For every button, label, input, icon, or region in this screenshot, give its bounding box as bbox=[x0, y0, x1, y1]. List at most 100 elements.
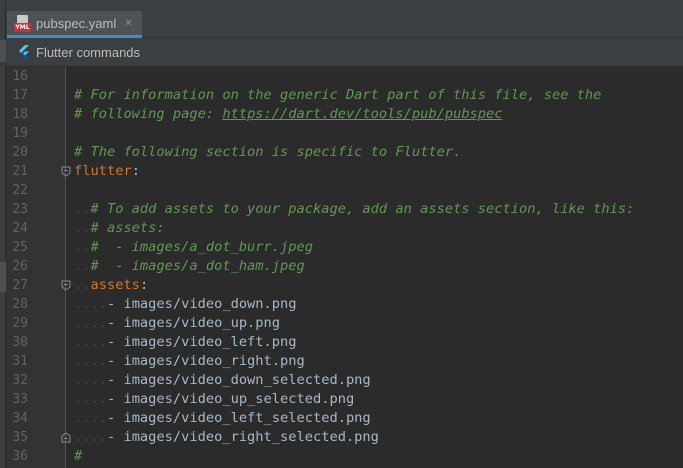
code-token: # - images/a_dot_burr.jpeg bbox=[90, 239, 313, 255]
code-line[interactable]: 22 bbox=[6, 181, 683, 200]
line-number: 24 bbox=[12, 221, 28, 236]
code-token: : bbox=[131, 163, 140, 179]
code-text: ....- images/video_down_selected.png bbox=[74, 371, 371, 390]
code-token: # following page: bbox=[74, 106, 223, 122]
line-number: 34 bbox=[12, 411, 28, 426]
code-text: ....- images/video_right.png bbox=[74, 352, 305, 371]
whitespace-marker: .. bbox=[74, 258, 91, 274]
line-number: 31 bbox=[12, 354, 28, 369]
fold-end-icon[interactable] bbox=[61, 432, 71, 443]
code-token: - images/video_up.png bbox=[106, 315, 281, 331]
whitespace-marker: .... bbox=[74, 315, 107, 331]
code-token: - images/video_right.png bbox=[106, 353, 305, 369]
line-number: 35 bbox=[12, 430, 28, 445]
code-line[interactable]: 36 # bbox=[6, 447, 683, 466]
code-token: - images/video_up_selected.png bbox=[106, 391, 355, 407]
code-token: # For information on the generic Dart pa… bbox=[74, 87, 602, 103]
code-text: flutter: bbox=[74, 162, 140, 181]
line-number: 30 bbox=[12, 335, 28, 350]
code-line[interactable]: 25 ..# - images/a_dot_burr.jpeg bbox=[6, 238, 683, 257]
url-link[interactable]: https://dart.dev/tools/pub/pubspec bbox=[222, 106, 502, 122]
code-token: - images/video_down_selected.png bbox=[106, 372, 371, 388]
yaml-file-icon: YML bbox=[14, 14, 31, 32]
code-text: # For information on the generic Dart pa… bbox=[74, 86, 601, 105]
fold-open-icon[interactable] bbox=[61, 166, 71, 177]
code-line[interactable]: 33 ....- images/video_up_selected.png bbox=[6, 390, 683, 409]
code-line[interactable]: 32 ....- images/video_down_selected.png bbox=[6, 371, 683, 390]
code-token: : bbox=[139, 277, 149, 293]
line-number: 36 bbox=[12, 449, 28, 464]
fold-open-icon[interactable] bbox=[61, 280, 71, 291]
code-line[interactable]: 30 ....- images/video_left.png bbox=[6, 333, 683, 352]
code-text: ..assets: bbox=[74, 276, 148, 295]
code-line[interactable]: 26 ..# - images/a_dot_ham.jpeg bbox=[6, 257, 683, 276]
code-text: ..# - images/a_dot_ham.jpeg bbox=[74, 257, 305, 276]
code-text: ....- images/video_up_selected.png bbox=[74, 390, 354, 409]
line-number: 32 bbox=[12, 373, 28, 388]
code-token: # - images/a_dot_ham.jpeg bbox=[90, 258, 305, 274]
code-line[interactable]: 21 flutter: bbox=[6, 162, 683, 181]
code-line[interactable]: 29 ....- images/video_up.png bbox=[6, 314, 683, 333]
line-number: 22 bbox=[12, 183, 28, 198]
code-line[interactable]: 34 ....- images/video_left_selected.png bbox=[6, 409, 683, 428]
whitespace-marker: .... bbox=[74, 372, 107, 388]
code-text: # bbox=[74, 447, 82, 466]
code-token: flutter bbox=[74, 163, 132, 179]
code-token: # bbox=[74, 448, 83, 464]
line-number: 29 bbox=[12, 316, 28, 331]
code-token: - images/video_down.png bbox=[106, 296, 297, 312]
code-text: ..# assets: bbox=[74, 219, 165, 238]
line-number: 33 bbox=[12, 392, 28, 407]
code-token: - images/video_left_selected.png bbox=[106, 410, 371, 426]
code-token: assets bbox=[90, 277, 140, 293]
code-text: ....- images/video_right_selected.png bbox=[74, 428, 379, 447]
code-line[interactable]: 27 ..assets: bbox=[6, 276, 683, 295]
whitespace-marker: .. bbox=[74, 239, 91, 255]
code-line[interactable]: 24 ..# assets: bbox=[6, 219, 683, 238]
code-token: - images/video_right_selected.png bbox=[106, 429, 379, 445]
whitespace-marker: .... bbox=[74, 410, 107, 426]
line-number: 17 bbox=[12, 88, 28, 103]
line-number: 21 bbox=[12, 164, 28, 179]
line-number: 19 bbox=[12, 126, 28, 141]
editor-tab-pubspec[interactable]: YML pubspec.yaml ✕ bbox=[7, 11, 142, 38]
flutter-notification-bar: Flutter commands bbox=[6, 38, 683, 67]
whitespace-marker: .... bbox=[74, 429, 107, 445]
line-number: 18 bbox=[12, 107, 28, 122]
code-line[interactable]: 19 bbox=[6, 124, 683, 143]
whitespace-marker: .. bbox=[74, 220, 91, 236]
line-number: 26 bbox=[12, 259, 28, 274]
code-text: ..# To add assets to your package, add a… bbox=[74, 200, 634, 219]
code-token: # The following section is specific to F… bbox=[74, 144, 462, 160]
code-text: ....- images/video_down.png bbox=[74, 295, 297, 314]
line-number: 23 bbox=[12, 202, 28, 217]
code-token: # assets: bbox=[90, 220, 165, 236]
line-number: 28 bbox=[12, 297, 28, 312]
code-line[interactable]: 35 ....- images/video_right_selected.png bbox=[6, 428, 683, 447]
code-token: - images/video_left.png bbox=[106, 334, 297, 350]
code-text: ..# - images/a_dot_burr.jpeg bbox=[74, 238, 313, 257]
code-text: ....- images/video_left_selected.png bbox=[74, 409, 371, 428]
code-line[interactable]: 31 ....- images/video_right.png bbox=[6, 352, 683, 371]
flutter-commands-link[interactable]: Flutter commands bbox=[36, 45, 140, 60]
line-number: 27 bbox=[12, 278, 28, 293]
code-line[interactable]: 23 ..# To add assets to your package, add… bbox=[6, 200, 683, 219]
whitespace-marker: .... bbox=[74, 353, 107, 369]
code-token: # To add assets to your package, add an … bbox=[90, 201, 635, 217]
code-line[interactable]: 20 # The following section is specific to… bbox=[6, 143, 683, 162]
close-icon[interactable]: ✕ bbox=[124, 18, 132, 29]
flutter-icon bbox=[19, 45, 29, 59]
code-text: # The following section is specific to F… bbox=[74, 143, 461, 162]
code-text: # following page: https://dart.dev/tools… bbox=[74, 105, 503, 124]
code-line[interactable]: 28 ....- images/video_down.png bbox=[6, 295, 683, 314]
code-line[interactable]: 17 # For information on the generic Dart … bbox=[6, 86, 683, 105]
tab-filename: pubspec.yaml bbox=[36, 15, 117, 31]
whitespace-marker: .... bbox=[74, 391, 107, 407]
code-text: ....- images/video_up.png bbox=[74, 314, 280, 333]
line-number: 25 bbox=[12, 240, 28, 255]
line-number: 16 bbox=[12, 69, 28, 84]
code-line[interactable]: 18 # following page: https://dart.dev/too… bbox=[6, 105, 683, 124]
code-text: ....- images/video_left.png bbox=[74, 333, 297, 352]
code-line[interactable]: 16 bbox=[6, 67, 683, 86]
whitespace-marker: .... bbox=[74, 296, 107, 312]
